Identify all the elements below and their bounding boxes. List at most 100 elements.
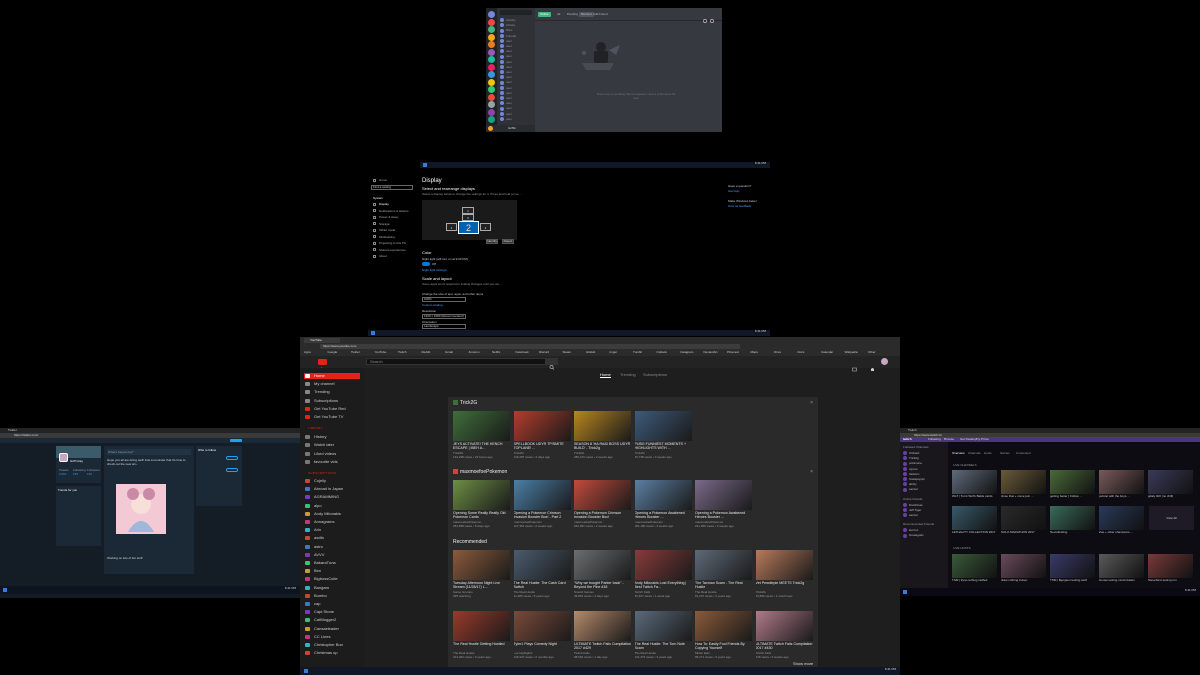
guild-icon[interactable]	[488, 78, 495, 86]
bookmark[interactable]: Netflix	[492, 350, 500, 355]
identify-button[interactable]: Identify	[486, 239, 498, 244]
twitch-tab[interactable]: Connected	[1016, 451, 1031, 455]
video-thumbnail[interactable]	[453, 480, 510, 510]
stream-thumbnail[interactable]	[952, 506, 997, 530]
stream-thumbnail[interactable]	[1001, 470, 1046, 494]
stream-title[interactable]: SOLO MARATHON 2017	[1001, 530, 1046, 534]
bookmark[interactable]: Amazon	[469, 350, 480, 355]
avatar[interactable]	[488, 126, 493, 131]
video-card[interactable]: The Real Hustle: The Torn Note Scam The R…	[634, 611, 692, 659]
subscription-item[interactable]: cap	[305, 601, 361, 607]
stream-thumbnail[interactable]	[1050, 470, 1095, 494]
subscription-item[interactable]: astro	[305, 544, 361, 550]
bookmark[interactable]: Drive	[774, 350, 781, 355]
stream-title[interactable]: Zoe + other champions ...	[1099, 530, 1144, 534]
stream-card[interactable]: WoT | Turnt WoTs Battle cards	[952, 470, 997, 498]
start-icon[interactable]	[423, 163, 427, 167]
tweet-button[interactable]	[230, 439, 242, 442]
stream-thumbnail[interactable]	[1050, 506, 1095, 530]
video-card[interactable]: ULTIMATE Twitch Fails Compilation 2017 #…	[574, 611, 631, 659]
bookmark[interactable]: Twitch	[398, 350, 407, 355]
section-channel[interactable]: maxmoefoePokemon	[460, 469, 507, 475]
bookmark[interactable]: Tumblr	[633, 350, 642, 355]
subscription-item[interactable]: Abroad in Japan	[305, 486, 361, 492]
settings-nav-item[interactable]: Projecting to this PC	[373, 241, 406, 245]
twitch-nav-item[interactable]: Browse	[944, 437, 954, 441]
video-card[interactable]: Opening Some Really Really Old Pokemon C…	[453, 480, 510, 528]
subscription-item[interactable]: AGRAMMING	[305, 494, 361, 500]
discord-tab-pending[interactable]: Pending	[565, 12, 580, 17]
twitch-tab[interactable]: Overview	[952, 451, 965, 455]
video-card[interactable]: Tyler1 Plays Comedy Night LoL Highlights 1…	[513, 611, 571, 659]
display-3[interactable]: 3	[462, 214, 474, 221]
subscription-item[interactable]: Christmas up	[305, 650, 361, 656]
profile-stat[interactable]: Following 155	[73, 468, 87, 476]
stream-thumbnail[interactable]	[952, 470, 997, 494]
twitch-logo[interactable]: twitch	[903, 437, 912, 441]
custom-scaling-link[interactable]: Custom scaling	[422, 303, 443, 307]
host-thumbnail[interactable]	[1050, 554, 1095, 578]
section-channel[interactable]: Recommended	[453, 539, 487, 545]
video-card[interactable]: Andy Milonakis Lost Everything | Best Tw…	[634, 550, 692, 598]
subscription-item[interactable]: Andy Milonakis	[305, 511, 361, 517]
host-card[interactable]: House testing minimization	[1099, 554, 1144, 582]
host-title[interactable]: House testing minimization	[1099, 578, 1144, 582]
host-card[interactable]: TSM | Zyra nothing stuffed	[952, 554, 997, 582]
stream-card[interactable]: close that + come join ...	[1001, 470, 1046, 498]
host-thumbnail[interactable]	[952, 554, 997, 578]
library-item[interactable]: History	[305, 434, 361, 440]
settings-nav-home[interactable]: Home	[373, 178, 387, 182]
stream-card[interactable]: LETHALITY COLLECTION 2017	[952, 506, 997, 534]
search-button[interactable]	[546, 358, 558, 370]
subscription-item[interactable]: CC Lines	[305, 634, 361, 640]
video-title[interactable]: The Real Hustle Getting Hustled	[453, 642, 510, 651]
video-card[interactable]: Opening a Pokemon Awakened Heroes Booste…	[634, 480, 692, 528]
video-title[interactable]: PUBG FUNNIEST MOMENTS + HIGHLIGHTS WITH …	[635, 442, 692, 451]
address-bar[interactable]: https://www.youtube.com	[320, 344, 740, 349]
guild-icon[interactable]	[488, 108, 495, 116]
guild-icon[interactable]	[488, 33, 495, 41]
video-thumbnail[interactable]	[453, 411, 510, 441]
twitch-nav-item[interactable]: Following	[928, 437, 941, 441]
tweet-image[interactable]	[116, 484, 166, 534]
video-card[interactable]: Opening a Pokemon Crimson Invasion Boost…	[513, 480, 571, 528]
host-title[interactable]: TSM | Zyra nothing stuffed	[952, 578, 997, 582]
guild-icon[interactable]	[488, 93, 495, 101]
subscription-item[interactable]: Capt Stone	[305, 609, 361, 615]
host-title[interactable]: draw nothing indoor	[1001, 578, 1046, 582]
subscription-item[interactable]: AVVV	[305, 552, 361, 558]
host-title[interactable]: SteveStrol testing run	[1148, 578, 1193, 582]
video-title[interactable]: Opening a Pokemon Awakened Heroes Booste…	[635, 511, 692, 520]
night-light-settings-link[interactable]: Night light settings	[422, 268, 447, 272]
settings-search-input[interactable]: Find a setting	[371, 185, 413, 190]
video-title[interactable]: SPELLBOOK UDYR TP/SMITE TOPLANE! ...	[514, 442, 571, 451]
guild-icon[interactable]	[488, 63, 495, 71]
guide-item[interactable]: My channel	[305, 381, 361, 387]
bookmark[interactable]: Twitter	[351, 350, 360, 355]
video-card[interactable]: ULTIMATE Twitch Fails Compilation 2017 #…	[755, 611, 813, 659]
twitch-tab[interactable]: Games	[1000, 451, 1010, 455]
video-thumbnail[interactable]	[755, 550, 813, 580]
stream-title[interactable]: pubcat with the boys ...	[1099, 494, 1144, 498]
video-title[interactable]: Tyler1 Plays Comedy Night	[514, 642, 571, 651]
video-title[interactable]: Andy Milonakis Lost Everything | Best Tw…	[635, 581, 692, 590]
video-title[interactable]: JEYS ACTIVATE! THE KENCH ESCAPE | IBEH A…	[453, 442, 510, 451]
video-card[interactable]: SPELLBOOK UDYR TP/SMITE TOPLANE! ... Tric…	[513, 411, 571, 459]
scale-select[interactable]: 100%	[422, 297, 466, 302]
stream-title[interactable]: LETHALITY COLLECTION 2017	[952, 530, 997, 534]
video-thumbnail[interactable]	[513, 411, 571, 441]
bookmark[interactable]: GitHub	[586, 350, 595, 355]
stream-title[interactable]: WoT | Turnt WoTs Battle cards	[952, 494, 997, 498]
host-title[interactable]: TSM | Bjergsen testing stuff	[1050, 578, 1095, 582]
video-card[interactable]: Opening a Pokemon Crimson Invasion Boost…	[574, 480, 631, 528]
subscription-item[interactable]: Cujelly	[305, 478, 361, 484]
video-thumbnail[interactable]	[453, 550, 510, 580]
section-channel[interactable]: Trick2G	[460, 400, 477, 406]
discord-tab-add-friend[interactable]: Add Friend	[591, 12, 610, 17]
bookmark[interactable]: Apps	[304, 350, 311, 355]
detect-button[interactable]: Detect	[502, 239, 514, 244]
bookmark[interactable]: Other	[868, 350, 876, 355]
video-card[interactable]: Tuesday Afternoon Night Live Stream (11/…	[453, 550, 510, 598]
guild-icon[interactable]	[488, 101, 495, 108]
guide-item[interactable]: Get YouTube TV	[305, 414, 361, 420]
